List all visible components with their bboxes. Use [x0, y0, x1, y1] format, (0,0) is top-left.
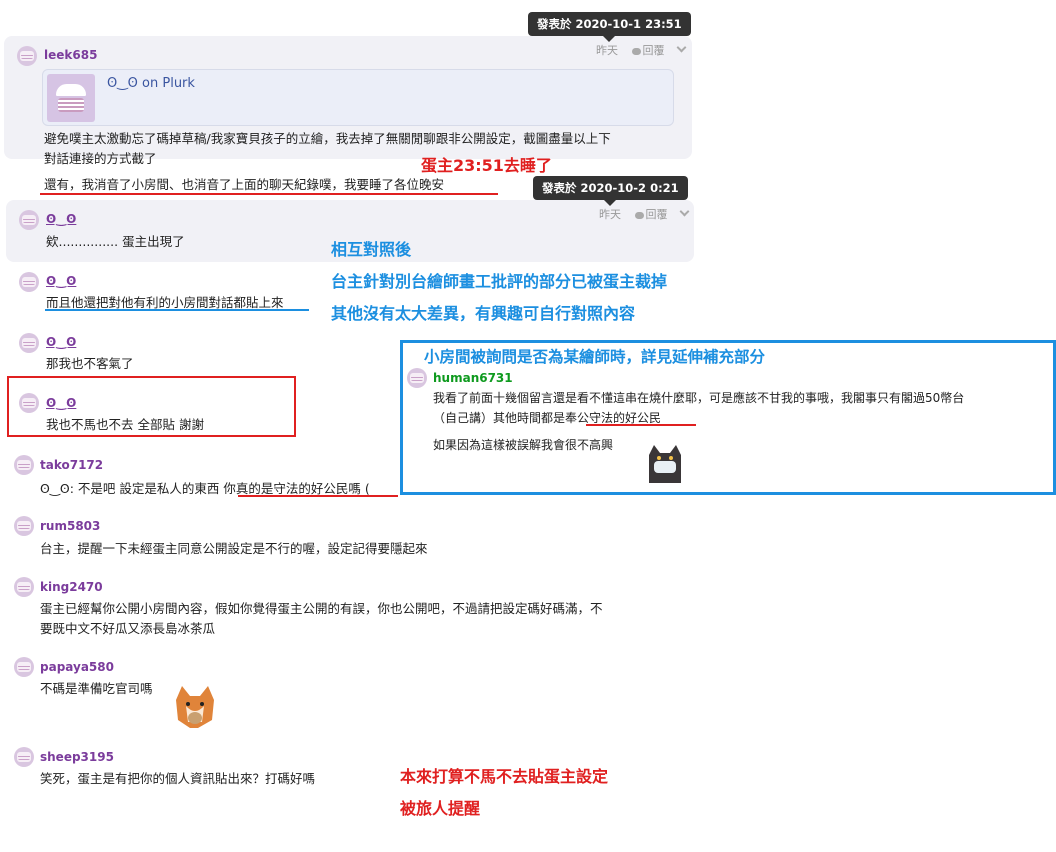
inset-text-highlight: 奉公守法的好公民	[565, 411, 662, 425]
avatar[interactable]	[14, 516, 34, 536]
plurk-embed-card[interactable]: ʘ‿ʘ on Plurk	[42, 69, 674, 126]
username-sheep3195[interactable]: sheep3195	[40, 750, 114, 764]
post-text: 台主，提醒一下未經蛋主同意公開設定是不行的喔，設定記得要隱起來	[40, 541, 428, 556]
username-human6731[interactable]: human6731	[433, 371, 513, 385]
post-meta-2: 昨天 回覆	[599, 206, 690, 222]
avatar[interactable]	[14, 747, 34, 767]
post-text-highlight: 你真的是守法的好公民嗎 (	[223, 481, 370, 496]
post-text: 避免噗主太激動忘了碼掉草稿/我家寶貝孩子的立繪，我去掉了無關閒聊跟非公開設定，截…	[44, 131, 611, 146]
time-label: 昨天	[596, 44, 618, 57]
avatar[interactable]	[19, 272, 39, 292]
blue-underline	[45, 309, 309, 311]
post-text: 蛋主已經幫你公開小房間內容，假如你覺得蛋主公開的有誤，你也公開吧，不過請把設定碼…	[40, 601, 603, 616]
red-underline	[238, 495, 398, 497]
reply-icon	[634, 211, 644, 219]
post-time-tooltip: 發表於 2020-10-2 0:21	[533, 176, 688, 206]
red-underline	[586, 424, 696, 426]
reply-icon	[631, 47, 641, 55]
username-papaya580[interactable]: papaya580	[40, 660, 114, 674]
chevron-down-icon[interactable]	[676, 42, 687, 53]
post-text: 不碼是準備吃官司嗎	[40, 681, 153, 696]
chevron-down-icon[interactable]	[679, 206, 690, 217]
reply-button[interactable]: 回覆	[634, 208, 668, 221]
annotation-sleep: 蛋主23:51去睡了	[421, 156, 552, 175]
avatar[interactable]	[19, 210, 39, 230]
avatar[interactable]	[17, 46, 37, 66]
username-owner[interactable]: ʘ‿ʘ	[46, 212, 76, 226]
cat-sticker-icon	[649, 445, 681, 483]
post-meta-1: 昨天 回覆	[596, 42, 687, 58]
inset-text: 我看了前面十幾個留言還是看不懂這串在燒什麼耶，可是應該不甘我的事哦，我閣事只有閣…	[433, 391, 965, 405]
reply-button[interactable]: 回覆	[631, 44, 665, 57]
username-owner[interactable]: ʘ‿ʘ	[46, 274, 76, 288]
post-text: 那我也不客氣了	[46, 356, 134, 371]
post-text-part: ʘ‿ʘ: 不是吧 設定是私人的東西	[40, 481, 224, 496]
username-king2470[interactable]: king2470	[40, 580, 103, 594]
time-label: 昨天	[599, 208, 621, 221]
annotation-bottom-1: 本來打算不馬不去貼蛋主設定	[400, 767, 609, 786]
embed-title[interactable]: ʘ‿ʘ on Plurk	[107, 76, 195, 91]
post-text: 欸............... 蛋主出現了	[46, 234, 185, 249]
avatar[interactable]	[14, 455, 34, 475]
annotation-compare-3: 其他沒有太大差異，有興趣可自行對照內容	[331, 304, 636, 323]
avatar[interactable]	[407, 368, 427, 388]
username-owner[interactable]: ʘ‿ʘ	[46, 335, 76, 349]
post-text: 要既中文不好瓜又添長島冰茶瓜	[40, 621, 216, 636]
fox-sticker-icon	[176, 686, 214, 728]
avatar[interactable]	[14, 577, 34, 597]
annotation-compare-1: 相互對照後	[331, 240, 412, 259]
annotation-bottom-2: 被旅人提醒	[400, 799, 481, 818]
inset-text: 如果因為這樣被誤解我會很不高興	[433, 438, 614, 452]
username-rum5803[interactable]: rum5803	[40, 519, 100, 533]
post-text: 笑死，蛋主是有把你的個人資訊貼出來？打碼好嗎	[40, 771, 316, 786]
avatar[interactable]	[19, 333, 39, 353]
inset-title: 小房間被詢問是否為某繪師時，詳見延伸補充部分	[424, 348, 766, 366]
post-time-tooltip: 發表於 2020-10-1 23:51	[528, 12, 691, 42]
embed-thumbnail	[47, 74, 95, 122]
annotation-compare-2: 台主針對別台繪師畫工批評的部分已被蛋主裁掉	[331, 272, 668, 291]
avatar[interactable]	[19, 393, 39, 413]
post-text: 對話連接的方式截了	[44, 151, 157, 166]
username-leek685[interactable]: leek685	[44, 48, 97, 62]
username-tako7172[interactable]: tako7172	[40, 458, 103, 472]
username-owner[interactable]: ʘ‿ʘ	[46, 396, 76, 410]
red-underline	[40, 193, 498, 195]
avatar[interactable]	[14, 657, 34, 677]
post-text: 我也不馬也不去 全部貼 謝謝	[46, 417, 204, 432]
